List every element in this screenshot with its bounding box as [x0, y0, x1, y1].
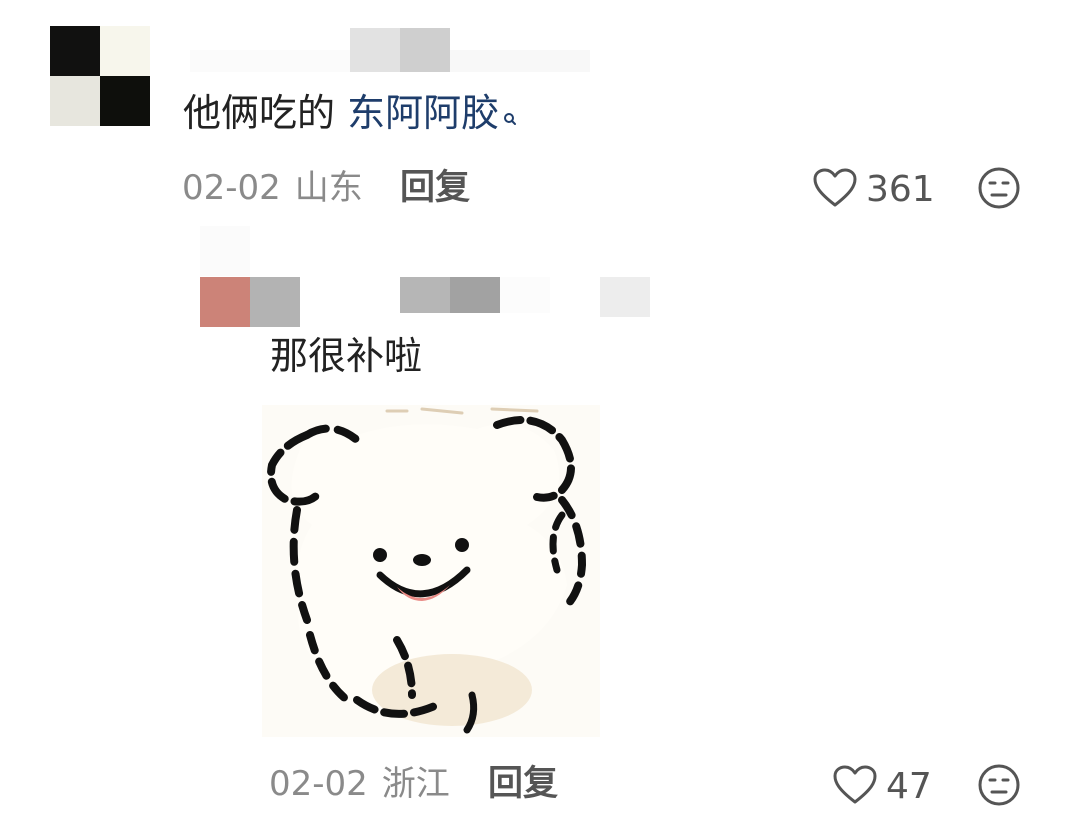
white-dog-sticker[interactable]: [262, 405, 600, 737]
search-keyword-link[interactable]: 东阿阿胶: [347, 91, 499, 135]
comment-text-plain: 他俩吃的: [183, 91, 348, 135]
avatar[interactable]: [50, 26, 150, 126]
username-blurred[interactable]: [190, 28, 590, 72]
emoji-face-icon[interactable]: [977, 166, 1021, 210]
comment-location: 山东: [294, 168, 363, 208]
reply-text: 那很补啦: [270, 334, 423, 378]
reply-avatar[interactable]: [200, 277, 300, 327]
reply-meta: 02-02 浙江: [269, 764, 450, 804]
comment-meta: 02-02 山东: [182, 168, 363, 208]
heart-outline-icon[interactable]: [832, 764, 878, 810]
comment-text: 他俩吃的 东阿阿胶: [183, 90, 517, 136]
reply-date: 02-02: [269, 764, 368, 804]
reply-reply-button[interactable]: 回复: [488, 764, 558, 804]
like-button[interactable]: 361: [812, 167, 935, 213]
reply-like-count: 47: [886, 766, 932, 807]
like-count: 361: [866, 169, 935, 210]
heart-outline-icon[interactable]: [812, 167, 858, 213]
emoji-face-icon[interactable]: [977, 763, 1021, 807]
blur-remnant: [200, 226, 250, 276]
reply-username-blurred[interactable]: [400, 277, 650, 317]
comment-date: 02-02: [182, 168, 281, 208]
search-icon[interactable]: [503, 94, 517, 125]
reply-like-button[interactable]: 47: [832, 764, 932, 810]
reply-button[interactable]: 回复: [400, 168, 470, 208]
reply-location: 浙江: [381, 764, 450, 804]
